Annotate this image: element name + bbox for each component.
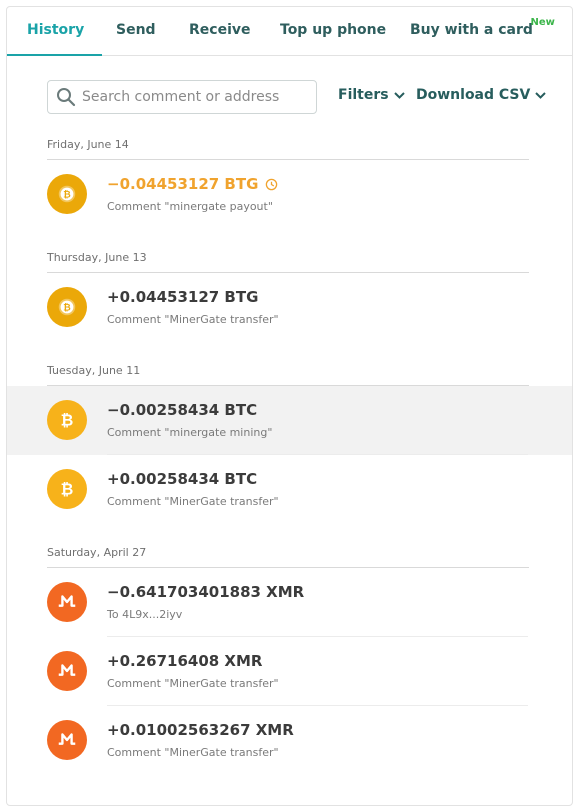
new-badge: New [530, 17, 555, 28]
monero-icon [47, 720, 87, 760]
date-header: Saturday, April 27 [47, 544, 529, 568]
transaction-row[interactable]: +0.01002563267 XMR Comment "MinerGate tr… [7, 706, 572, 775]
search-icon [57, 88, 76, 107]
monero-icon [47, 582, 87, 622]
tab-label: Buy with a card [410, 22, 533, 38]
transaction-comment: To 4L9x...2iyv [107, 608, 183, 621]
chevron-down-icon [535, 91, 547, 99]
transaction-row[interactable]: ₿ +0.04453127 BTG Comment "MinerGate tra… [7, 273, 572, 342]
chevron-down-icon [393, 91, 405, 99]
transaction-amount: +0.00258434 BTC [107, 470, 258, 488]
date-header: Tuesday, June 11 [47, 362, 529, 386]
tab-label: History [27, 22, 85, 38]
transaction-amount-row: +0.01002563267 XMR [107, 721, 294, 739]
date-header: Thursday, June 13 [47, 249, 529, 273]
transaction-amount: +0.26716408 XMR [107, 652, 263, 670]
transaction-amount-row: +0.26716408 XMR [107, 652, 262, 670]
tab-receive[interactable]: Receive [189, 7, 251, 55]
bitcoin-icon: ₿ [47, 469, 87, 509]
bitcoin-gold-icon: ₿ [47, 174, 87, 214]
transaction-amount: −0.641703401883 XMR [107, 583, 305, 601]
bitcoin-gold-icon: ₿ [47, 287, 87, 327]
filters-dropdown[interactable]: Filters [338, 87, 405, 103]
transaction-row[interactable]: ₿ +0.00258434 BTC Comment "MinerGate tra… [7, 455, 572, 524]
tab-send[interactable]: Send [116, 7, 156, 55]
transaction-amount: +0.01002563267 XMR [107, 721, 294, 739]
transaction-amount-row: −0.641703401883 XMR [107, 583, 304, 601]
transaction-amount: +0.04453127 BTG [107, 288, 259, 306]
transaction-row[interactable]: ₿ −0.00258434 BTC Comment "minergate min… [7, 386, 572, 455]
svg-text:₿: ₿ [63, 303, 71, 314]
svg-text:₿: ₿ [61, 412, 74, 430]
transaction-comment: Comment "minergate mining" [107, 426, 273, 439]
monero-icon [47, 651, 87, 691]
tab-label: Receive [189, 22, 251, 38]
transaction-amount-row: +0.04453127 BTG [107, 288, 258, 306]
tab-bar: History Send Receive Top up phone Buy wi… [7, 7, 572, 56]
download-csv-label: Download CSV [416, 87, 531, 103]
wallet-panel: History Send Receive Top up phone Buy wi… [6, 6, 573, 806]
transaction-row[interactable]: +0.26716408 XMR Comment "MinerGate trans… [7, 637, 572, 706]
download-csv-dropdown[interactable]: Download CSV [416, 87, 547, 103]
transaction-amount-row: +0.00258434 BTC [107, 470, 257, 488]
pending-clock-icon [266, 178, 278, 190]
search-box[interactable] [47, 80, 317, 114]
tab-label: Top up phone [280, 22, 387, 38]
search-input[interactable] [82, 89, 302, 105]
bitcoin-icon: ₿ [47, 400, 87, 440]
transaction-comment: Comment "MinerGate transfer" [107, 495, 279, 508]
transaction-comment: Comment "minergate payout" [107, 200, 273, 213]
transaction-amount-row: −0.04453127 BTG [107, 175, 278, 193]
history-toolbar: Filters Download CSV [7, 56, 572, 136]
tab-label: Send [116, 22, 156, 38]
tab-top-up-phone[interactable]: Top up phone [280, 7, 386, 55]
tab-buy-with-card[interactable]: Buy with a card New [410, 7, 555, 55]
transaction-comment: Comment "MinerGate transfer" [107, 746, 279, 759]
tab-history[interactable]: History [7, 7, 103, 56]
transaction-amount: −0.00258434 BTC [107, 401, 258, 419]
filters-label: Filters [338, 87, 389, 103]
transaction-comment: Comment "MinerGate transfer" [107, 313, 279, 326]
svg-text:₿: ₿ [63, 190, 71, 201]
transaction-row[interactable]: −0.641703401883 XMR To 4L9x...2iyv [7, 568, 572, 637]
transaction-amount: −0.04453127 BTG [107, 175, 259, 193]
transaction-amount-row: −0.00258434 BTC [107, 401, 257, 419]
date-header: Friday, June 14 [47, 136, 529, 160]
svg-text:₿: ₿ [61, 481, 74, 499]
transaction-history: Friday, June 14 ₿ −0.04453127 BTG Commen… [7, 136, 572, 775]
transaction-comment: Comment "MinerGate transfer" [107, 677, 279, 690]
transaction-row[interactable]: ₿ −0.04453127 BTG Comment "minergate pay… [7, 160, 572, 229]
